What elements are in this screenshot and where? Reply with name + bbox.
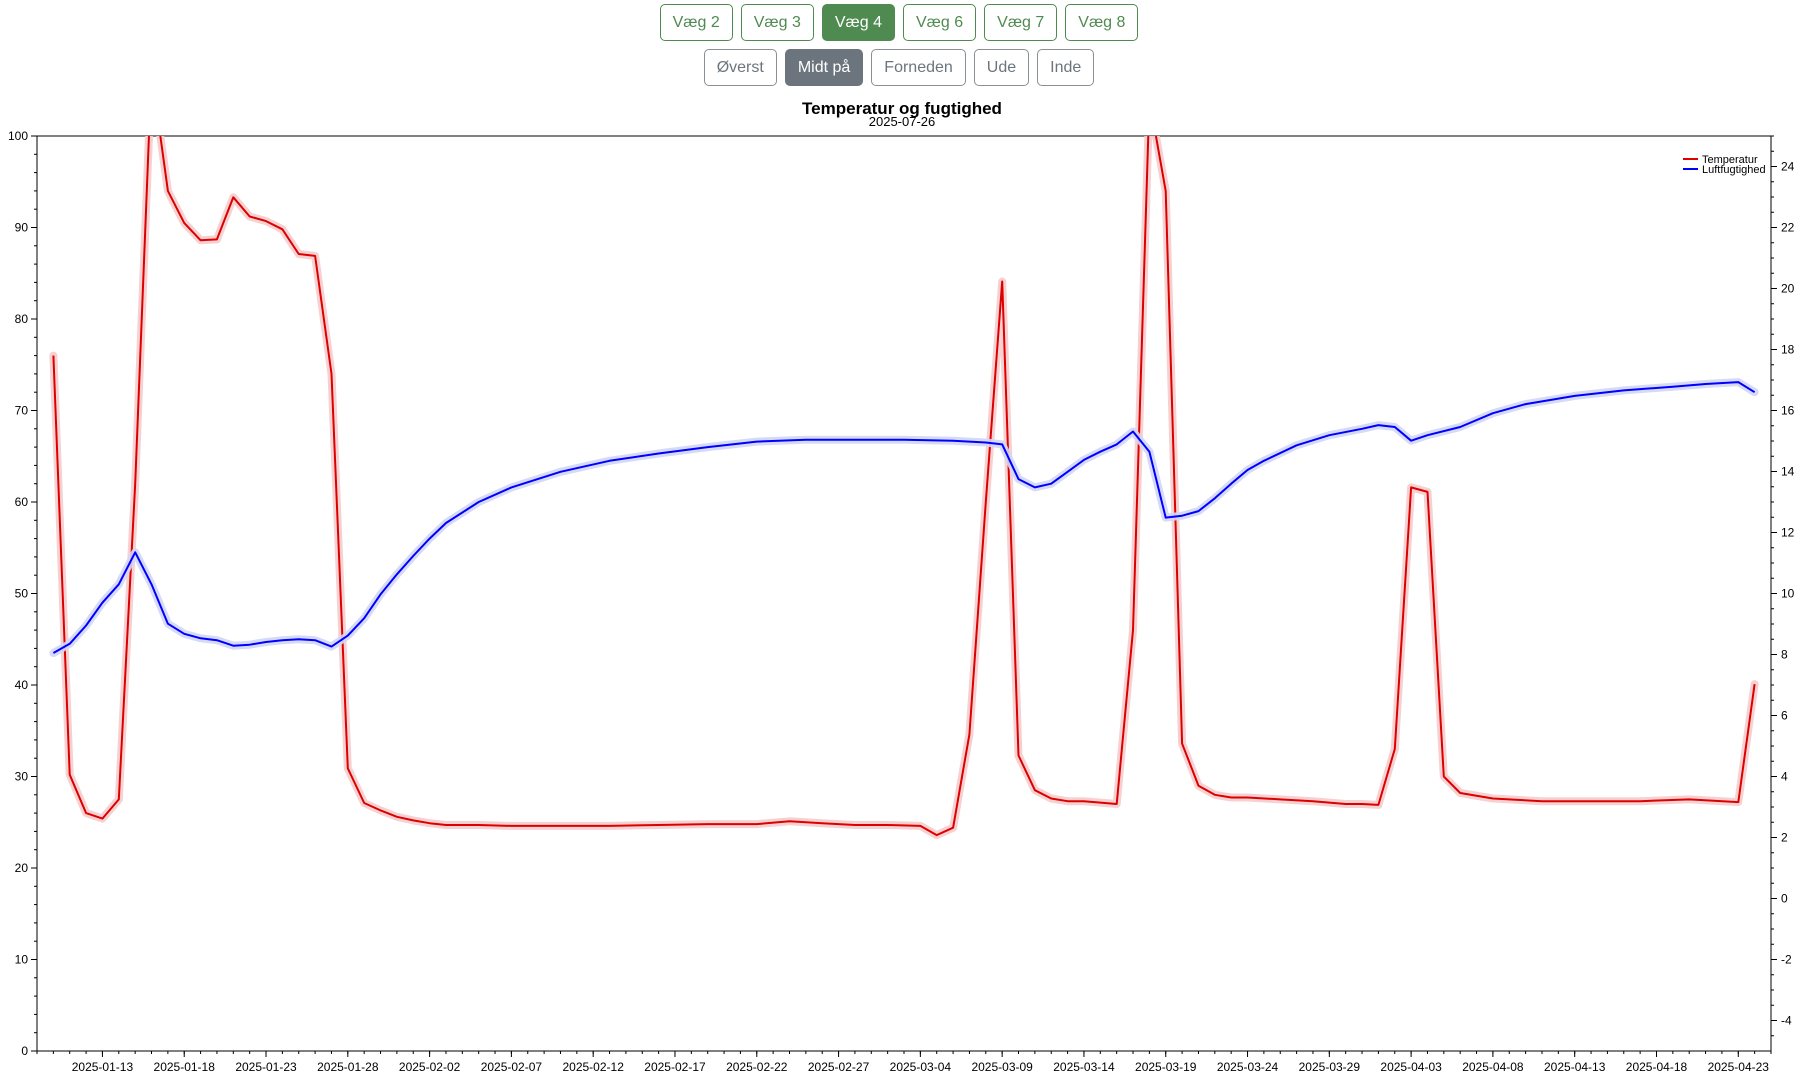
y-right-tick-label: 24 [1781,160,1795,174]
y-right-tick-label: 20 [1781,282,1795,296]
y-left-tick-label: 60 [15,495,29,509]
luftfugtighed-band [49,378,1759,657]
x-tick-label: 2025-03-24 [1217,1060,1279,1074]
y-right-tick-label: 2 [1781,831,1788,845]
x-tick-label: 2025-04-18 [1626,1060,1688,1074]
x-tick-label: 2025-02-22 [726,1060,788,1074]
temperature-humidity-chart: Temperatur og fugtighed 2025-07-26 01020… [8,99,1795,1074]
y-left-tick-label: 0 [21,1044,28,1058]
chart-subtitle: 2025-07-26 [869,114,936,129]
axes: 0102030405060708090100-4-202468101214161… [8,129,1795,1074]
legend: TemperaturLuftfugtighed [1683,154,1766,176]
x-tick-label: 2025-04-23 [1708,1060,1770,1074]
x-tick-label: 2025-02-02 [399,1060,461,1074]
y-right-tick-label: -4 [1781,1014,1792,1028]
x-tick-label: 2025-03-04 [890,1060,952,1074]
y-right-tick-label: 14 [1781,465,1795,479]
x-tick-label: 2025-01-23 [235,1060,297,1074]
x-tick-label: 2025-03-14 [1053,1060,1115,1074]
temperatur-line [52,136,1756,837]
y-right-tick-label: 16 [1781,404,1795,418]
x-tick-label: 2025-02-27 [808,1060,870,1074]
luftfugtighed-series [49,378,1759,657]
y-right-tick-label: 0 [1781,892,1788,906]
plot-frame [36,135,1772,1052]
luftfugtighed-line [52,381,1756,654]
y-left-tick-label: 10 [15,953,29,967]
series-layer [49,136,1759,840]
temperatur-band [49,136,1759,840]
x-tick-label: 2025-02-12 [562,1060,624,1074]
y-left-tick-label: 50 [15,587,29,601]
legend-label-luftfugtighed: Luftfugtighed [1702,164,1766,176]
y-left-tick-label: 40 [15,678,29,692]
y-right-tick-label: 6 [1781,709,1788,723]
y-left-tick-label: 80 [15,312,29,326]
y-left-tick-label: 30 [15,770,29,784]
x-tick-label: 2025-03-09 [971,1060,1033,1074]
y-left-tick-label: 100 [8,129,28,143]
y-right-tick-label: 22 [1781,221,1795,235]
x-tick-label: 2025-01-28 [317,1060,379,1074]
y-left-tick-label: 70 [15,404,29,418]
x-tick-label: 2025-02-17 [644,1060,706,1074]
y-right-tick-label: 12 [1781,526,1795,540]
x-tick-label: 2025-04-08 [1462,1060,1524,1074]
y-right-tick-label: 18 [1781,343,1795,357]
x-tick-label: 2025-01-18 [154,1060,216,1074]
temperatur-series [49,136,1759,840]
x-tick-label: 2025-02-07 [481,1060,543,1074]
y-left-tick-label: 20 [15,861,29,875]
x-tick-label: 2025-01-13 [72,1060,134,1074]
y-left-tick-label: 90 [15,221,29,235]
y-right-tick-label: 8 [1781,648,1788,662]
y-right-tick-label: 10 [1781,587,1795,601]
x-tick-label: 2025-03-19 [1135,1060,1197,1074]
y-right-tick-label: -2 [1781,953,1792,967]
y-right-tick-label: 4 [1781,770,1788,784]
x-tick-label: 2025-03-29 [1299,1060,1361,1074]
x-tick-label: 2025-04-03 [1380,1060,1442,1074]
x-tick-label: 2025-04-13 [1544,1060,1606,1074]
